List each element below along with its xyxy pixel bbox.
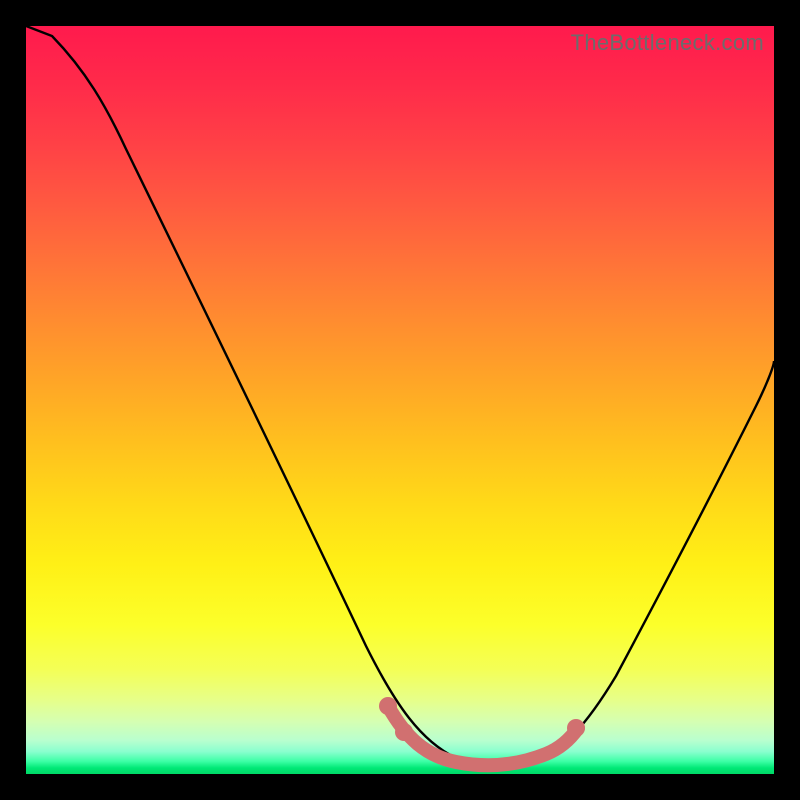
curve-layer [26, 26, 774, 774]
bottleneck-curve [26, 26, 774, 766]
highlight-band [388, 706, 578, 765]
watermark-text: TheBottleneck.com [571, 30, 764, 56]
chart-frame: TheBottleneck.com [0, 0, 800, 800]
plot-area: TheBottleneck.com [26, 26, 774, 774]
